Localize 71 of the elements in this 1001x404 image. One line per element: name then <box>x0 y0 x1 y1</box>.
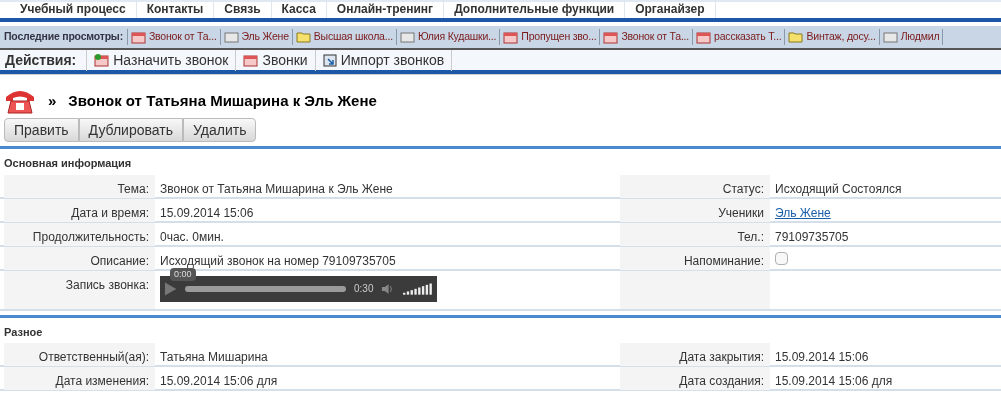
folder-icon <box>295 31 311 43</box>
field-label: Дата создания: <box>679 373 764 390</box>
section-title: Разное <box>3 324 44 340</box>
field-value: 15.09.2014 15:06 <box>160 204 254 222</box>
field-label: Ученики <box>718 204 764 222</box>
action-link[interactable]: Назначить звонок <box>87 49 237 71</box>
action-button[interactable]: Дублировать <box>78 118 183 142</box>
field-label: Продолжительность: <box>32 228 149 246</box>
menu-tab[interactable]: Органайзер <box>625 0 716 18</box>
field-label: Дата и время: <box>71 204 149 222</box>
field-value: 15.09.2014 15:06 для <box>160 373 278 390</box>
field-value: Звонок от Татьяна Мишарина к Эль Жене <box>160 180 393 198</box>
import-icon <box>322 53 337 67</box>
actions-label: Действия: <box>0 49 88 71</box>
section-title: Основная информация <box>3 156 133 171</box>
calendar-plus-icon <box>94 53 110 67</box>
field-label: Напоминание: <box>683 252 764 270</box>
folder-icon <box>788 31 804 43</box>
volume-bars-icon[interactable] <box>402 282 433 295</box>
reminder-checkbox[interactable] <box>775 251 788 265</box>
field-label: Описание: <box>90 252 149 270</box>
menu-tab[interactable]: Контакты <box>136 0 215 18</box>
card-icon <box>882 31 898 43</box>
action-link[interactable]: Звонки <box>236 49 316 71</box>
calendar-icon <box>503 30 519 44</box>
field-label: Запись звонка: <box>65 276 149 294</box>
speaker-icon[interactable] <box>381 282 395 295</box>
calendar-icon <box>130 30 146 44</box>
recent-item[interactable]: Людмил <box>879 29 944 45</box>
play-icon[interactable] <box>164 280 178 297</box>
card-icon <box>399 31 415 43</box>
recent-label: Последние просмотры: <box>0 29 128 45</box>
recent-item[interactable]: Звонок от Та... <box>600 29 694 45</box>
menu-tab[interactable]: Касса <box>271 0 327 18</box>
action-button[interactable]: Править <box>4 118 79 142</box>
menu-tab[interactable]: Учебный процесс <box>10 0 137 18</box>
field-label: Статус: <box>722 180 764 198</box>
recent-item[interactable]: Пропущен зво... <box>500 29 601 45</box>
field-value: Исходящий Состоялся <box>775 180 902 198</box>
duration-text: 0:30 <box>354 282 374 296</box>
breadcrumb-separator: » <box>48 90 57 111</box>
menu-tab[interactable]: Дополнительные функции <box>444 0 626 18</box>
action-button[interactable]: Удалить <box>183 118 257 142</box>
recent-item[interactable]: Юлия Кудашки... <box>396 29 501 45</box>
recent-item[interactable]: рассказать Т... <box>693 29 786 45</box>
field-label: Ответственный(ая): <box>38 349 149 366</box>
record-title: Звонок от Татьяна Мишарина к Эль Жене <box>68 90 377 111</box>
field-value: Татьяна Мишарина <box>160 349 268 366</box>
recent-item[interactable]: Эль Жене <box>220 29 293 45</box>
menu-tab[interactable]: Связь <box>214 0 272 18</box>
calendar-icon <box>243 53 259 67</box>
field-value: Исходящий звонок на номер 79109735705 <box>160 252 396 270</box>
menu-tab[interactable]: Онлайн-тренинг <box>326 0 445 18</box>
field-value: 79109735705 <box>775 228 849 246</box>
card-icon <box>223 31 239 43</box>
recent-item[interactable]: Высшая школа... <box>292 29 397 45</box>
calendar-icon <box>696 30 712 44</box>
recent-item[interactable]: Звонок от Та... <box>127 29 221 45</box>
action-link[interactable]: Импорт звонков <box>315 49 453 71</box>
field-value: 15.09.2014 15:06 <box>775 349 869 366</box>
recent-item[interactable]: Винтаж, досу... <box>785 29 880 45</box>
field-value: 15.09.2014 15:06 для <box>775 373 893 390</box>
field-label: Тел.: <box>737 228 764 246</box>
field-label: Тема: <box>117 180 149 198</box>
field-label: Дата закрытия: <box>679 349 764 366</box>
student-link[interactable]: Эль Жене <box>775 203 831 222</box>
field-label: Дата изменения: <box>55 373 149 390</box>
progress-track[interactable] <box>185 285 346 292</box>
time-tooltip: 0:00 <box>170 267 196 281</box>
field-value: 0час. 0мин. <box>160 228 224 246</box>
calendar-icon <box>603 30 619 44</box>
